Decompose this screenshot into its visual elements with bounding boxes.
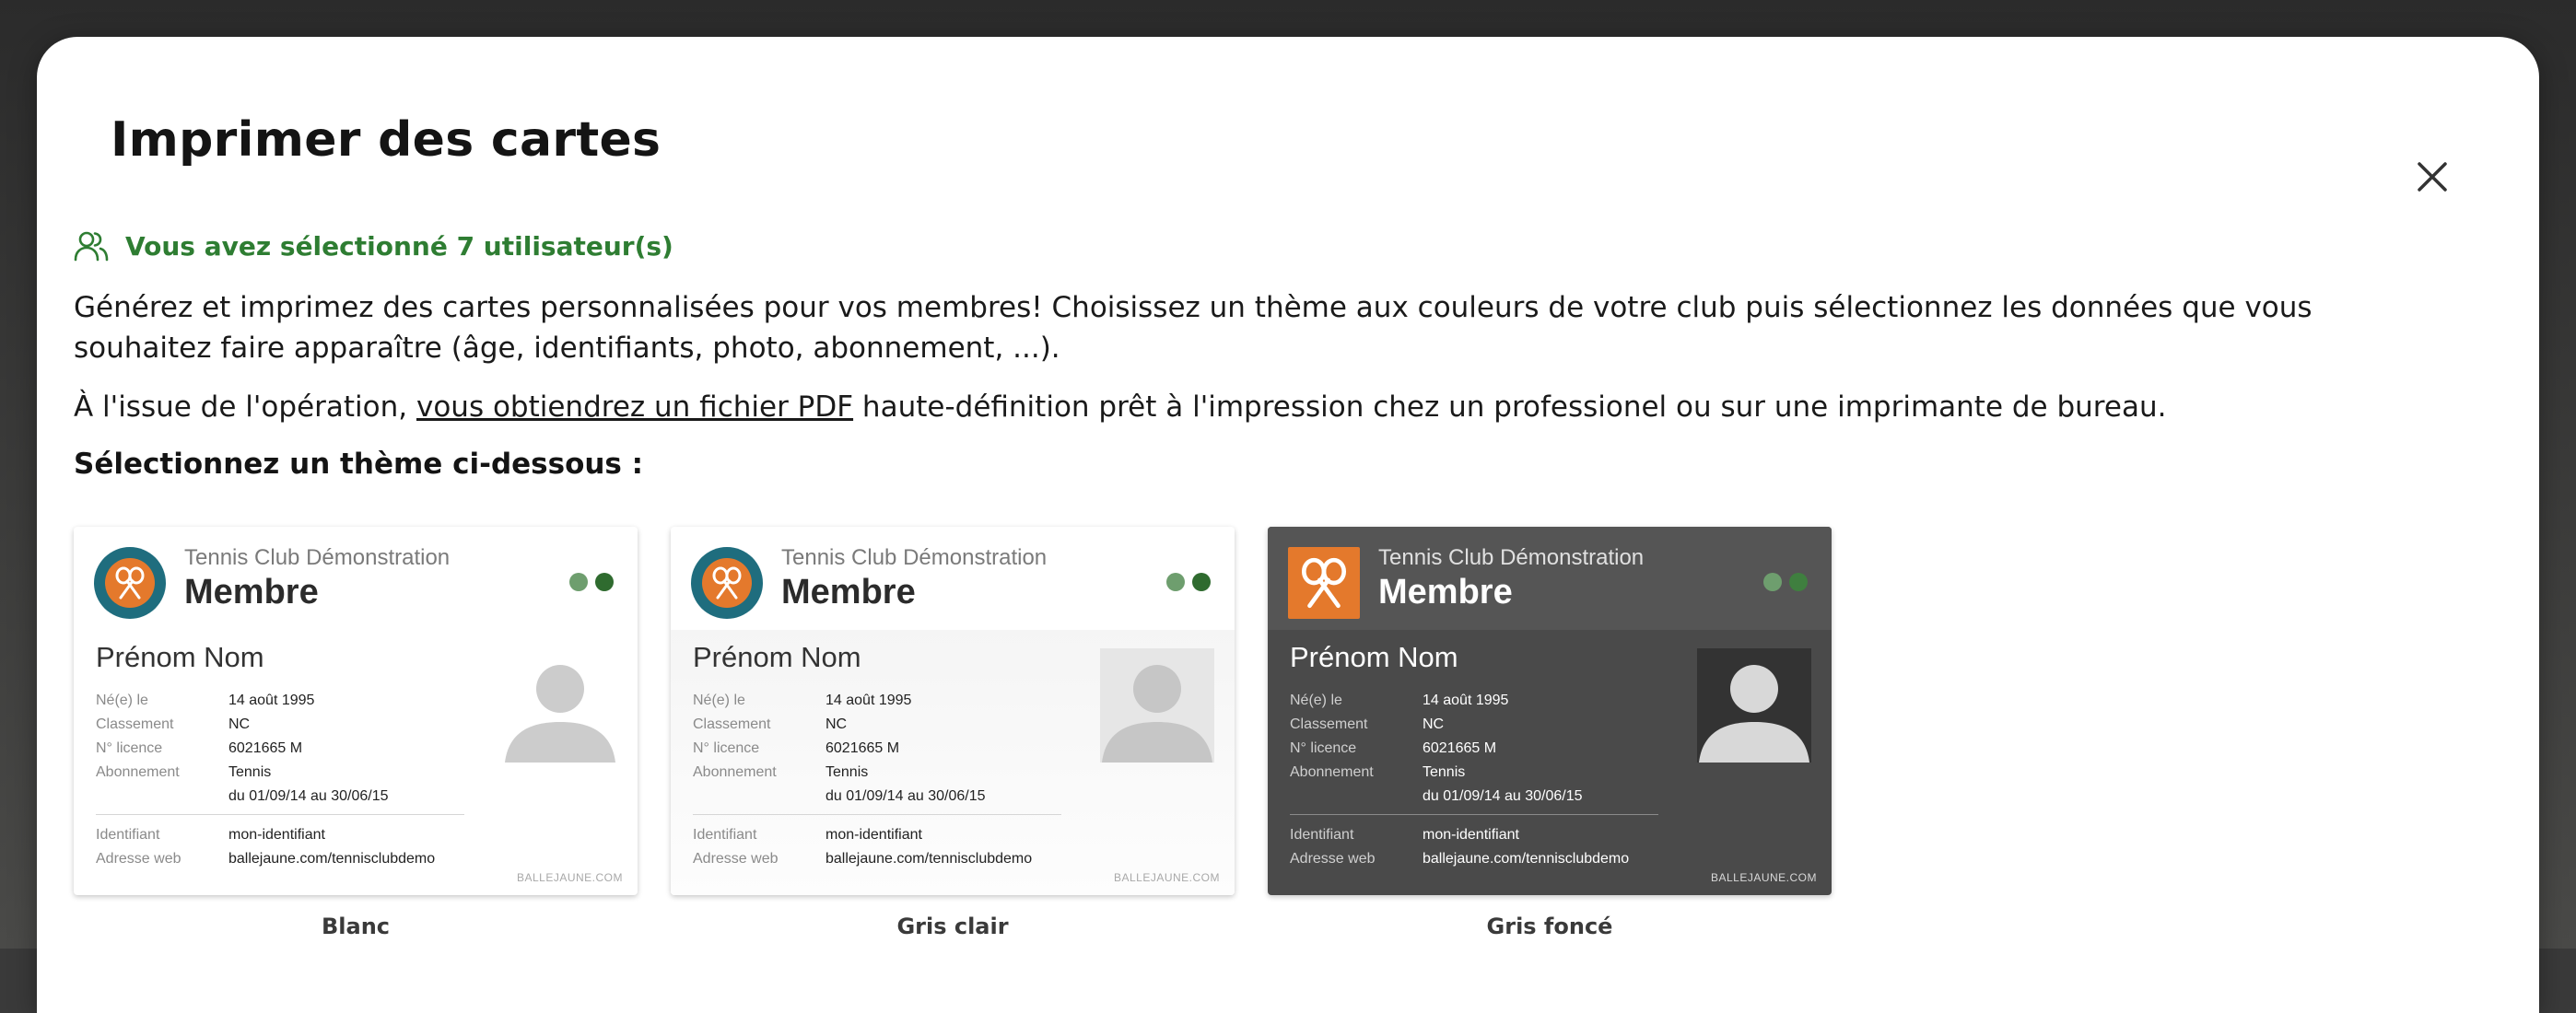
pdf-link[interactable]: vous obtiendrez un fichier PDF	[416, 390, 853, 424]
close-button[interactable]	[2410, 155, 2454, 199]
card-club-name: Tennis Club Démonstration	[1378, 545, 1645, 570]
card-account: Identifiant mon-identifiant Adresse web ba…	[96, 827, 436, 867]
person-icon	[1102, 665, 1212, 763]
selection-text: Vous avez sélectionné 7 utilisateur(s)	[125, 230, 673, 262]
selection-summary: Vous avez sélectionné 7 utilisateur(s)	[74, 230, 673, 262]
club-logo	[691, 547, 763, 619]
card-dots	[562, 573, 614, 591]
card-details: Né(e) le 14 août 1995 Classement NC N° lic…	[1290, 693, 1583, 804]
card-divider	[693, 814, 1061, 815]
result-suffix: haute-définition prêt à l'impression che…	[853, 390, 2167, 424]
rackets-icon	[115, 566, 145, 600]
club-logo	[1288, 547, 1360, 619]
card-header: Tennis Club Démonstration Membre	[1268, 527, 1832, 630]
avatar-placeholder	[1100, 648, 1214, 763]
card-header: Tennis Club Démonstration Membre	[671, 527, 1235, 630]
card-holder-name: Prénom Nom	[1290, 641, 1458, 673]
avatar-placeholder	[1697, 648, 1811, 763]
card-details: Né(e) le 14 août 1995 Classement NC N° lic…	[96, 693, 389, 804]
rackets-icon	[712, 566, 742, 600]
close-icon	[2418, 162, 2447, 192]
card-holder-name: Prénom Nom	[693, 641, 861, 673]
card-divider	[96, 814, 464, 815]
theme-option-gris-clair[interactable]: Tennis Club Démonstration Membre Prénom …	[671, 527, 1235, 939]
result-text: À l'issue de l'opération, vous obtiendre…	[74, 387, 2432, 427]
card-brand: BALLEJAUNE.COM	[1113, 871, 1220, 884]
card-dots	[1756, 573, 1808, 591]
card-account: Identifiant mon-identifiant Adresse web ba…	[1290, 827, 1630, 867]
card-role: Membre	[781, 573, 916, 611]
card-divider	[1290, 814, 1658, 815]
intro-text: Générez et imprimez des cartes personnal…	[74, 291, 2313, 365]
theme-name: Blanc	[321, 914, 391, 939]
theme-name: Gris clair	[896, 914, 1009, 939]
card-header: Tennis Club Démonstration Membre	[74, 527, 638, 630]
theme-section-label: Sélectionnez un thème ci-dessous :	[74, 448, 644, 481]
card-dots	[1159, 573, 1211, 591]
card-details: Né(e) le 14 août 1995 Classement NC N° lic…	[693, 693, 986, 804]
card-holder-name: Prénom Nom	[96, 641, 264, 673]
card-preview: Tennis Club Démonstration Membre Prénom …	[671, 527, 1235, 895]
card-preview: Tennis Club Démonstration Membre Prénom …	[74, 527, 638, 895]
club-logo	[94, 547, 166, 619]
card-brand: BALLEJAUNE.COM	[516, 871, 623, 884]
card-preview: Tennis Club Démonstration Membre Prénom …	[1268, 527, 1832, 895]
card-club-name: Tennis Club Démonstration	[781, 545, 1048, 570]
rackets-icon	[1301, 557, 1347, 609]
result-prefix: À l'issue de l'opération,	[74, 390, 416, 424]
theme-option-gris-fonce[interactable]: Tennis Club Démonstration Membre Prénom …	[1268, 527, 1832, 939]
avatar-placeholder	[503, 648, 617, 763]
card-role: Membre	[1378, 573, 1513, 611]
card-account: Identifiant mon-identifiant Adresse web ba…	[693, 827, 1033, 867]
card-role: Membre	[184, 573, 319, 611]
modal-title: Imprimer des cartes	[111, 112, 662, 168]
person-icon	[1699, 665, 1809, 763]
card-brand: BALLEJAUNE.COM	[1710, 871, 1817, 884]
person-icon	[505, 665, 615, 763]
theme-name: Gris foncé	[1486, 914, 1613, 939]
card-club-name: Tennis Club Démonstration	[184, 545, 451, 570]
theme-option-blanc[interactable]: Tennis Club Démonstration Membre Prénom …	[74, 527, 638, 939]
users-icon	[74, 231, 109, 262]
